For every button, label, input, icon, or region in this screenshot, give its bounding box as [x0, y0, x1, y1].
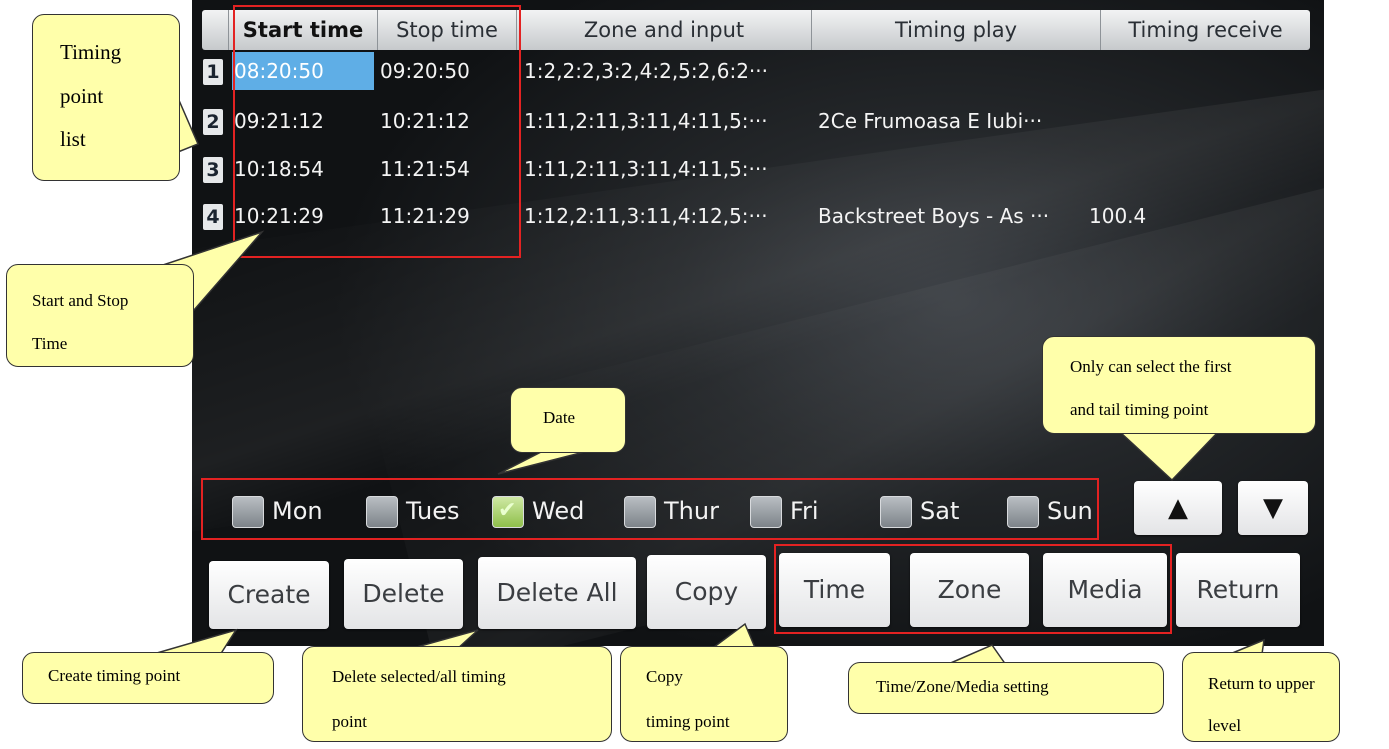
callout-text: Time [32, 334, 68, 353]
callout-text: Copy [646, 667, 683, 686]
callout-text: Delete selected/all timing [332, 667, 506, 686]
callout-text: list [60, 127, 86, 151]
callout-text: Create timing point [48, 666, 181, 685]
callout-text: timing point [646, 712, 730, 731]
callout-text: Timing [60, 40, 122, 64]
callout-text: and tail timing point [1070, 400, 1209, 419]
callout-text: Return to upper [1208, 674, 1315, 693]
pointer-list [177, 97, 199, 154]
callout-text: point [332, 712, 367, 731]
callout-text: Time/Zone/Media setting [876, 677, 1049, 696]
callout-text: level [1208, 716, 1242, 735]
pointer-select [1118, 431, 1220, 482]
callout-return [1182, 652, 1340, 742]
callout-text: point [60, 84, 104, 108]
callout-text: Date [543, 408, 576, 427]
pointer-date [497, 449, 593, 475]
callout-text: Only can select the first [1070, 357, 1232, 376]
callout-text: Start and Stop [32, 291, 129, 310]
